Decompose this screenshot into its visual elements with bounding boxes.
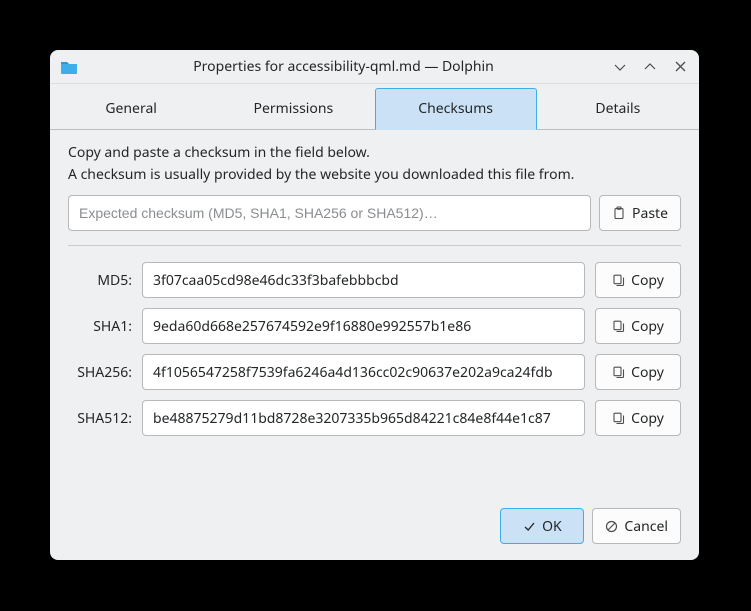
copy-icon bbox=[612, 366, 625, 379]
paste-label: Paste bbox=[632, 204, 668, 223]
value-sha256[interactable] bbox=[142, 354, 585, 390]
copy-md5-button[interactable]: Copy bbox=[595, 262, 681, 298]
copy-icon bbox=[612, 274, 625, 287]
copy-sha512-button[interactable]: Copy bbox=[595, 400, 681, 436]
value-sha512[interactable] bbox=[142, 400, 585, 436]
ok-label: OK bbox=[542, 517, 562, 536]
tab-checksums[interactable]: Checksums bbox=[375, 88, 537, 130]
minimize-button[interactable] bbox=[609, 56, 631, 78]
copy-label: Copy bbox=[631, 363, 664, 382]
row-sha512: SHA512: Copy bbox=[68, 400, 681, 436]
label-md5: MD5: bbox=[68, 271, 132, 290]
instructions-line2: A checksum is usually provided by the we… bbox=[68, 164, 681, 186]
value-md5[interactable] bbox=[142, 262, 585, 298]
copy-label: Copy bbox=[631, 271, 664, 290]
titlebar: Properties for accessibility-qml.md — Do… bbox=[50, 50, 699, 84]
instructions-line1: Copy and paste a checksum in the field b… bbox=[68, 142, 681, 164]
properties-dialog: Properties for accessibility-qml.md — Do… bbox=[50, 50, 699, 560]
clipboard-icon bbox=[612, 206, 626, 220]
dialog-footer: OK Cancel bbox=[50, 508, 699, 560]
cancel-button[interactable]: Cancel bbox=[592, 508, 681, 544]
copy-label: Copy bbox=[631, 409, 664, 428]
copy-icon bbox=[612, 320, 625, 333]
copy-sha256-button[interactable]: Copy bbox=[595, 354, 681, 390]
label-sha256: SHA256: bbox=[68, 363, 132, 382]
expected-row: Paste bbox=[68, 195, 681, 231]
tab-general[interactable]: General bbox=[50, 88, 212, 130]
row-sha1: SHA1: Copy bbox=[68, 308, 681, 344]
tab-details[interactable]: Details bbox=[537, 88, 699, 130]
folder-icon bbox=[60, 60, 78, 74]
window-title: Properties for accessibility-qml.md — Do… bbox=[86, 57, 601, 76]
value-sha1[interactable] bbox=[142, 308, 585, 344]
copy-sha1-button[interactable]: Copy bbox=[595, 308, 681, 344]
tab-permissions[interactable]: Permissions bbox=[212, 88, 374, 130]
close-button[interactable] bbox=[669, 56, 691, 78]
maximize-button[interactable] bbox=[639, 56, 661, 78]
copy-label: Copy bbox=[631, 317, 664, 336]
row-md5: MD5: Copy bbox=[68, 262, 681, 298]
label-sha1: SHA1: bbox=[68, 317, 132, 336]
row-sha256: SHA256: Copy bbox=[68, 354, 681, 390]
ok-button[interactable]: OK bbox=[500, 508, 584, 544]
cancel-label: Cancel bbox=[624, 517, 668, 536]
instructions: Copy and paste a checksum in the field b… bbox=[68, 142, 681, 185]
cancel-icon bbox=[605, 520, 618, 533]
label-sha512: SHA512: bbox=[68, 409, 132, 428]
tab-panel-checksums: Copy and paste a checksum in the field b… bbox=[50, 130, 699, 508]
separator bbox=[68, 245, 681, 246]
check-icon bbox=[523, 520, 536, 533]
tab-bar: General Permissions Checksums Details bbox=[50, 84, 699, 130]
copy-icon bbox=[612, 412, 625, 425]
paste-button[interactable]: Paste bbox=[599, 195, 681, 231]
expected-checksum-input[interactable] bbox=[68, 195, 591, 231]
